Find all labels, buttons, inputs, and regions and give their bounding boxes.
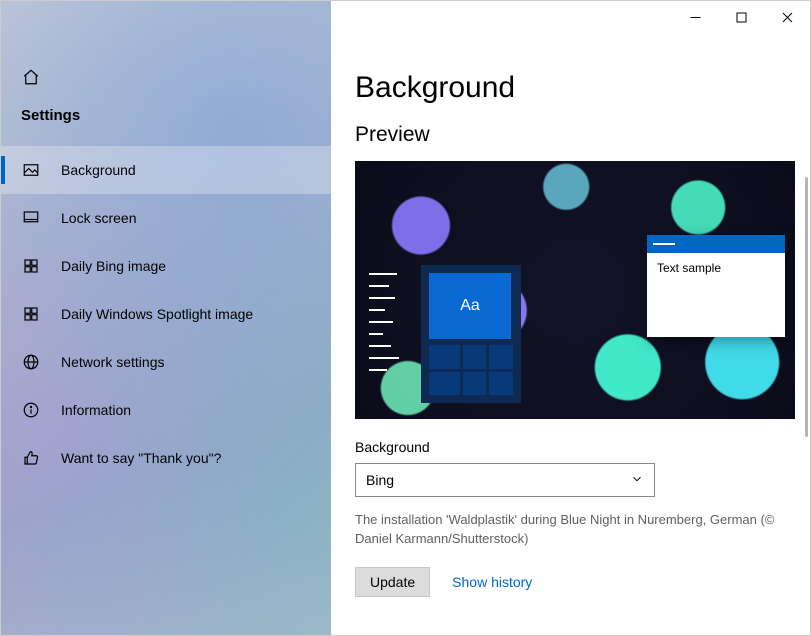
sidebar-item-lock-screen[interactable]: Lock screen (1, 194, 331, 242)
chevron-down-icon (630, 472, 644, 489)
grid-icon (21, 256, 41, 276)
preview-tile-aa: Aa (429, 273, 511, 339)
sidebar-item-label: Information (61, 402, 131, 418)
main-content: Background Preview Aa (331, 1, 810, 635)
sidebar-item-background[interactable]: Background (1, 146, 331, 194)
picture-icon (21, 160, 41, 180)
page-title: Background (355, 71, 792, 105)
preview-window-text: Text sample (647, 253, 785, 283)
sidebar-item-label: Want to say "Thank you"? (61, 450, 221, 466)
background-preview: Aa Text sample (355, 161, 795, 419)
app-window: Settings Background Lock screen (0, 0, 811, 636)
preview-window-titlebar (647, 235, 785, 253)
home-icon (21, 67, 41, 87)
preview-heading: Preview (355, 123, 792, 147)
home-button[interactable] (1, 61, 331, 93)
background-select[interactable]: Bing (355, 463, 655, 497)
sidebar-item-label: Background (61, 162, 136, 178)
sidebar-nav: Background Lock screen Daily Bing ima (1, 146, 331, 482)
sidebar: Settings Background Lock screen (1, 1, 331, 635)
maximize-button[interactable] (718, 1, 764, 33)
background-select-value: Bing (366, 472, 394, 488)
sidebar-item-label: Network settings (61, 354, 164, 370)
monitor-icon (21, 208, 41, 228)
preview-tiles: Aa (421, 265, 521, 403)
sidebar-item-daily-spotlight[interactable]: Daily Windows Spotlight image (1, 290, 331, 338)
show-history-link[interactable]: Show history (452, 574, 532, 590)
globe-icon (21, 352, 41, 372)
sidebar-item-thank-you[interactable]: Want to say "Thank you"? (1, 434, 331, 482)
sidebar-item-label: Lock screen (61, 210, 136, 226)
image-caption: The installation 'Waldplastik' during Bl… (355, 511, 792, 549)
close-button[interactable] (764, 1, 810, 33)
grid-icon (21, 304, 41, 324)
sidebar-item-daily-bing[interactable]: Daily Bing image (1, 242, 331, 290)
sidebar-title: Settings (1, 93, 331, 146)
scrollbar-thumb[interactable] (805, 177, 808, 437)
action-row: Update Show history (355, 567, 792, 597)
update-button[interactable]: Update (355, 567, 430, 597)
info-icon (21, 400, 41, 420)
minimize-button[interactable] (672, 1, 718, 33)
preview-sample-window: Text sample (647, 235, 785, 337)
background-field-label: Background (355, 439, 792, 455)
preview-start-menu: Aa (363, 265, 521, 413)
thumbs-up-icon (21, 448, 41, 468)
sidebar-item-information[interactable]: Information (1, 386, 331, 434)
sidebar-item-label: Daily Windows Spotlight image (61, 306, 253, 322)
sidebar-item-network[interactable]: Network settings (1, 338, 331, 386)
sidebar-item-label: Daily Bing image (61, 258, 166, 274)
preview-ticks (363, 273, 411, 383)
window-controls (672, 1, 810, 33)
